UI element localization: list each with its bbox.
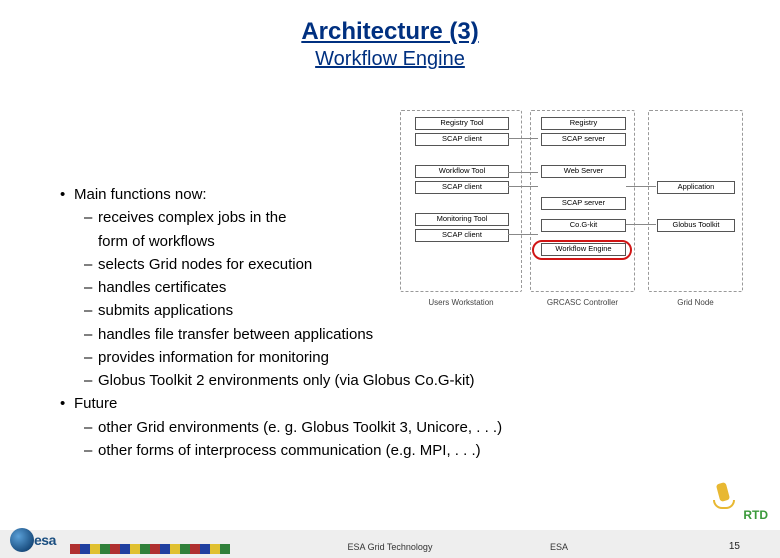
bullet-future: Future — [60, 392, 750, 415]
slide-subtitle: Workflow Engine — [0, 48, 780, 71]
diag-box: Registry — [541, 117, 626, 130]
esa-logo: esa — [10, 528, 66, 556]
diag-box: SCAP server — [541, 133, 626, 146]
subitem: handles file transfer between applicatio… — [60, 323, 750, 346]
subitem: handles certificates — [60, 276, 750, 299]
subitem: other Grid environments (e. g. Globus To… — [60, 416, 750, 439]
slide-body: Main functions now: receives complex job… — [60, 183, 750, 462]
diag-box: Registry Tool — [415, 117, 509, 130]
diag-box: Web Server — [541, 165, 626, 178]
subitem: Globus Toolkit 2 environments only (via … — [60, 369, 750, 392]
subitem: selects Grid nodes for execution — [60, 253, 320, 276]
subitem: receives complex jobs in the form of wor… — [60, 206, 320, 253]
slide-title: Architecture (3) — [0, 18, 780, 46]
microscope-icon — [713, 480, 735, 510]
flags-strip — [70, 544, 230, 554]
diag-box: Workflow Tool — [415, 165, 509, 178]
subitem: submits applications — [60, 299, 750, 322]
footer-center-text: ESA Grid Technology — [348, 542, 433, 552]
bullet-main-functions: Main functions now: — [60, 183, 750, 206]
subitem: provides information for monitoring — [60, 346, 750, 369]
esa-logo-text: esa — [34, 532, 56, 548]
page-number: 15 — [729, 541, 740, 552]
subitem: other forms of interprocess communicatio… — [60, 439, 750, 462]
footer-esa-text: ESA — [550, 542, 568, 552]
rtd-label: RTD — [743, 508, 768, 522]
slide-footer: esa ESA Grid Technology ESA 15 — [0, 530, 780, 558]
diag-box: SCAP client — [415, 133, 509, 146]
